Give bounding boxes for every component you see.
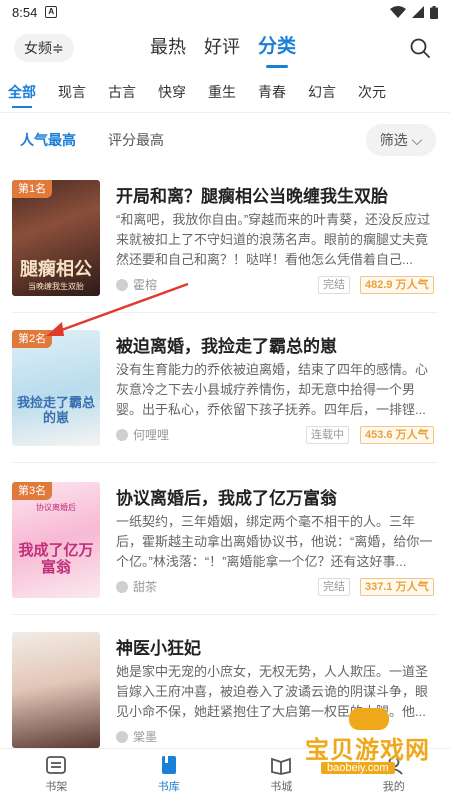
sort-highest-rated[interactable]: 评分最高 [108,130,164,150]
tab-categories[interactable]: 分类 [258,32,296,62]
nav-bookshelf[interactable]: 书架 [0,749,113,800]
category-all[interactable]: 全部 [8,72,36,112]
author-icon [116,428,128,441]
author-name: 棠墨 [133,730,158,744]
book-item-3[interactable]: 第3名 我成了亿万富翁 协议离婚后 协议离婚后，我成了亿万富翁 一纸契约，三年婚… [0,482,450,632]
battery-icon [430,5,438,19]
book-item-2[interactable]: 第2名 我捡走了霸总的崽 被迫离婚，我捡走了霸总的崽 没有生育能力的乔依被迫离婚… [0,330,450,480]
tab-hottest[interactable]: 最热 [150,32,186,62]
book-description: “和离吧，我放你自由。”穿越而来的叶青葵，还没反应过来就被扣上了不守妇道的浪荡名… [116,212,431,267]
book-author: 何哩哩 [116,426,169,443]
cover-subtitle: 协议离婚后 [36,503,76,512]
app-notification-icon: A [45,6,58,18]
gender-toggle-button[interactable]: 女频≑ [14,34,74,62]
status-time: 8:54 [12,4,38,20]
row-divider [12,614,438,615]
book-description: 没有生育能力的乔依被迫离婚，结束了四年的感情。心灰意冷之下去小县城疗养情伤，却无… [116,362,429,417]
cover-title: 腿瘸相公 [20,259,92,280]
category-rebirth[interactable]: 重生 [208,72,236,112]
filter-button[interactable]: 筛选 ⌵ [366,124,436,156]
library-icon [161,756,176,774]
tab-top-rated[interactable]: 好评 [204,32,240,62]
row-divider [12,462,438,463]
book-author: 甜茶 [116,578,157,595]
popularity-tag: 482.9 万人气 [360,276,434,294]
top-tab-bar: 最热 好评 分类 [150,32,296,62]
wifi-icon [390,6,406,18]
status-tag: 连载中 [306,426,349,444]
book-cover-4[interactable] [12,632,100,748]
book-cover-1[interactable]: 第1名 腿瘸相公 当晚缠我生双胎 [12,180,100,296]
nav-library[interactable]: 书库 [113,749,226,800]
sort-most-popular[interactable]: 人气最高 [20,130,76,150]
category-quick-travel[interactable]: 快穿 [158,72,186,112]
author-name: 甜茶 [133,580,158,594]
popularity-tag: 453.6 万人气 [360,426,434,444]
status-tag: 完结 [318,578,350,596]
book-cover-3[interactable]: 第3名 我成了亿万富翁 协议离婚后 [12,482,100,598]
book-description: 一纸契约，三年婚姻，绑定两个毫不相干的人。三年后，霍斯越主动拿出离婚协议书，他说… [116,514,433,569]
category-modern-romance[interactable]: 现言 [58,72,86,112]
signal-icon [412,6,424,18]
watermark-text: 宝贝游戏网 [305,736,430,764]
annotation-arrow [46,282,189,336]
cover-title: 我成了亿万富翁 [18,541,94,576]
site-watermark: 宝贝游戏网 baobeiy.com [305,708,443,780]
rank-badge: 第3名 [12,482,53,500]
search-icon[interactable] [410,38,430,58]
bookshelf-icon [46,756,67,774]
sort-row: 人气最高 评分最高 筛选 ⌵ [0,120,450,160]
book-title[interactable]: 神医小狂妃 [116,634,436,659]
book-title[interactable]: 协议离婚后，我成了亿万富翁 [116,484,436,509]
nav-label: 书库 [157,781,180,793]
watermark-url: baobeiy.com [321,762,395,774]
top-header: 女频≑ 最热 好评 分类 [0,28,450,68]
category-anime[interactable]: 次元 [358,72,386,112]
cover-title: 我捡走了霸总的崽 [16,396,95,426]
author-icon [116,580,128,593]
category-tab-bar: 全部 现言 古言 快穿 重生 青春 幻言 次元 [0,72,450,112]
author-name: 何哩哩 [133,428,170,442]
divider [0,112,450,113]
status-tag: 完结 [318,276,350,294]
category-ancient-romance[interactable]: 古言 [108,72,136,112]
book-cover-2[interactable]: 第2名 我捡走了霸总的崽 [12,330,100,446]
book-title[interactable]: 开局和离？腿瘸相公当晚缠我生双胎 [116,182,436,207]
category-youth[interactable]: 青春 [258,72,286,112]
rank-badge: 第1名 [12,180,53,198]
gamepad-icon [349,708,389,730]
popularity-tag: 337.1 万人气 [360,578,434,596]
bookstore-icon [271,757,292,775]
nav-label: 书架 [45,781,68,793]
nav-label: 我的 [382,781,405,793]
category-fantasy-romance[interactable]: 幻言 [308,72,336,112]
author-icon [116,730,128,743]
nav-label: 书城 [270,781,293,793]
status-bar: 8:54 A [0,0,450,24]
book-author: 棠墨 [116,728,157,745]
